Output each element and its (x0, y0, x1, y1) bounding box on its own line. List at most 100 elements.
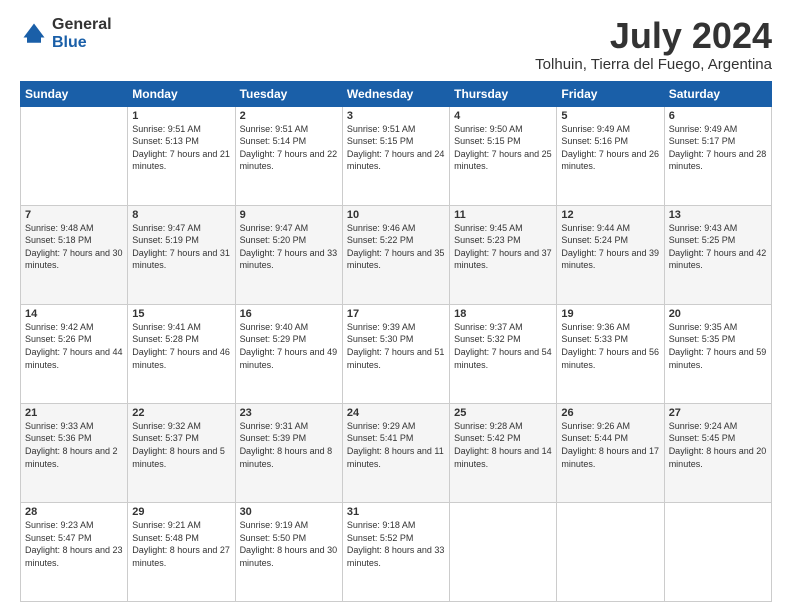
calendar-cell: 16Sunrise: 9:40 AMSunset: 5:29 PMDayligh… (235, 304, 342, 403)
calendar-header-saturday: Saturday (664, 81, 771, 106)
calendar-cell: 19Sunrise: 9:36 AMSunset: 5:33 PMDayligh… (557, 304, 664, 403)
day-info: Sunrise: 9:33 AMSunset: 5:36 PMDaylight:… (25, 420, 123, 470)
day-number: 15 (132, 308, 230, 320)
day-info: Sunrise: 9:19 AMSunset: 5:50 PMDaylight:… (240, 519, 338, 569)
calendar-header-row: SundayMondayTuesdayWednesdayThursdayFrid… (21, 81, 772, 106)
day-info: Sunrise: 9:37 AMSunset: 5:32 PMDaylight:… (454, 321, 552, 371)
calendar-header-friday: Friday (557, 81, 664, 106)
day-info: Sunrise: 9:21 AMSunset: 5:48 PMDaylight:… (132, 519, 230, 569)
day-number: 10 (347, 209, 445, 221)
day-number: 8 (132, 209, 230, 221)
calendar-cell: 3Sunrise: 9:51 AMSunset: 5:15 PMDaylight… (342, 106, 449, 205)
day-number: 18 (454, 308, 552, 320)
calendar-cell: 8Sunrise: 9:47 AMSunset: 5:19 PMDaylight… (128, 205, 235, 304)
calendar-week-0: 1Sunrise: 9:51 AMSunset: 5:13 PMDaylight… (21, 106, 772, 205)
day-info: Sunrise: 9:32 AMSunset: 5:37 PMDaylight:… (132, 420, 230, 470)
calendar-cell (664, 502, 771, 601)
calendar-header-sunday: Sunday (21, 81, 128, 106)
day-info: Sunrise: 9:46 AMSunset: 5:22 PMDaylight:… (347, 222, 445, 272)
calendar-cell: 28Sunrise: 9:23 AMSunset: 5:47 PMDayligh… (21, 502, 128, 601)
day-number: 3 (347, 110, 445, 122)
day-info: Sunrise: 9:47 AMSunset: 5:19 PMDaylight:… (132, 222, 230, 272)
day-info: Sunrise: 9:35 AMSunset: 5:35 PMDaylight:… (669, 321, 767, 371)
day-number: 6 (669, 110, 767, 122)
day-number: 20 (669, 308, 767, 320)
day-number: 14 (25, 308, 123, 320)
day-number: 24 (347, 407, 445, 419)
day-info: Sunrise: 9:36 AMSunset: 5:33 PMDaylight:… (561, 321, 659, 371)
day-number: 28 (25, 506, 123, 518)
calendar-cell: 6Sunrise: 9:49 AMSunset: 5:17 PMDaylight… (664, 106, 771, 205)
calendar-cell (450, 502, 557, 601)
calendar-cell: 31Sunrise: 9:18 AMSunset: 5:52 PMDayligh… (342, 502, 449, 601)
day-info: Sunrise: 9:51 AMSunset: 5:14 PMDaylight:… (240, 123, 338, 173)
day-info: Sunrise: 9:28 AMSunset: 5:42 PMDaylight:… (454, 420, 552, 470)
subtitle: Tolhuin, Tierra del Fuego, Argentina (535, 56, 772, 73)
day-number: 13 (669, 209, 767, 221)
logo-icon (20, 20, 48, 48)
day-number: 1 (132, 110, 230, 122)
calendar-cell: 11Sunrise: 9:45 AMSunset: 5:23 PMDayligh… (450, 205, 557, 304)
day-info: Sunrise: 9:41 AMSunset: 5:28 PMDaylight:… (132, 321, 230, 371)
day-info: Sunrise: 9:39 AMSunset: 5:30 PMDaylight:… (347, 321, 445, 371)
day-number: 27 (669, 407, 767, 419)
calendar-cell: 1Sunrise: 9:51 AMSunset: 5:13 PMDaylight… (128, 106, 235, 205)
calendar-cell: 10Sunrise: 9:46 AMSunset: 5:22 PMDayligh… (342, 205, 449, 304)
calendar-cell (21, 106, 128, 205)
day-number: 29 (132, 506, 230, 518)
calendar-cell: 22Sunrise: 9:32 AMSunset: 5:37 PMDayligh… (128, 403, 235, 502)
calendar-header-monday: Monday (128, 81, 235, 106)
day-number: 17 (347, 308, 445, 320)
day-number: 30 (240, 506, 338, 518)
calendar-week-2: 14Sunrise: 9:42 AMSunset: 5:26 PMDayligh… (21, 304, 772, 403)
calendar-cell: 12Sunrise: 9:44 AMSunset: 5:24 PMDayligh… (557, 205, 664, 304)
day-number: 2 (240, 110, 338, 122)
calendar-cell: 5Sunrise: 9:49 AMSunset: 5:16 PMDaylight… (557, 106, 664, 205)
day-number: 9 (240, 209, 338, 221)
title-section: July 2024 Tolhuin, Tierra del Fuego, Arg… (535, 16, 772, 73)
day-number: 16 (240, 308, 338, 320)
calendar-cell: 23Sunrise: 9:31 AMSunset: 5:39 PMDayligh… (235, 403, 342, 502)
calendar-cell (557, 502, 664, 601)
day-number: 26 (561, 407, 659, 419)
calendar-cell: 17Sunrise: 9:39 AMSunset: 5:30 PMDayligh… (342, 304, 449, 403)
calendar-cell: 20Sunrise: 9:35 AMSunset: 5:35 PMDayligh… (664, 304, 771, 403)
calendar-cell: 26Sunrise: 9:26 AMSunset: 5:44 PMDayligh… (557, 403, 664, 502)
logo-text: General Blue (52, 16, 112, 51)
day-info: Sunrise: 9:50 AMSunset: 5:15 PMDaylight:… (454, 123, 552, 173)
page: General Blue July 2024 Tolhuin, Tierra d… (0, 0, 792, 612)
day-info: Sunrise: 9:23 AMSunset: 5:47 PMDaylight:… (25, 519, 123, 569)
day-info: Sunrise: 9:26 AMSunset: 5:44 PMDaylight:… (561, 420, 659, 470)
day-info: Sunrise: 9:51 AMSunset: 5:15 PMDaylight:… (347, 123, 445, 173)
day-info: Sunrise: 9:18 AMSunset: 5:52 PMDaylight:… (347, 519, 445, 569)
logo: General Blue (20, 16, 112, 51)
day-number: 12 (561, 209, 659, 221)
calendar-week-1: 7Sunrise: 9:48 AMSunset: 5:18 PMDaylight… (21, 205, 772, 304)
day-number: 7 (25, 209, 123, 221)
calendar-cell: 7Sunrise: 9:48 AMSunset: 5:18 PMDaylight… (21, 205, 128, 304)
day-info: Sunrise: 9:47 AMSunset: 5:20 PMDaylight:… (240, 222, 338, 272)
main-title: July 2024 (535, 16, 772, 56)
day-info: Sunrise: 9:24 AMSunset: 5:45 PMDaylight:… (669, 420, 767, 470)
day-info: Sunrise: 9:49 AMSunset: 5:16 PMDaylight:… (561, 123, 659, 173)
calendar-cell: 25Sunrise: 9:28 AMSunset: 5:42 PMDayligh… (450, 403, 557, 502)
day-number: 11 (454, 209, 552, 221)
day-info: Sunrise: 9:45 AMSunset: 5:23 PMDaylight:… (454, 222, 552, 272)
day-number: 31 (347, 506, 445, 518)
calendar-cell: 27Sunrise: 9:24 AMSunset: 5:45 PMDayligh… (664, 403, 771, 502)
calendar-header-wednesday: Wednesday (342, 81, 449, 106)
calendar-cell: 24Sunrise: 9:29 AMSunset: 5:41 PMDayligh… (342, 403, 449, 502)
calendar-cell: 21Sunrise: 9:33 AMSunset: 5:36 PMDayligh… (21, 403, 128, 502)
day-number: 25 (454, 407, 552, 419)
day-info: Sunrise: 9:49 AMSunset: 5:17 PMDaylight:… (669, 123, 767, 173)
day-info: Sunrise: 9:31 AMSunset: 5:39 PMDaylight:… (240, 420, 338, 470)
calendar-cell: 29Sunrise: 9:21 AMSunset: 5:48 PMDayligh… (128, 502, 235, 601)
day-info: Sunrise: 9:42 AMSunset: 5:26 PMDaylight:… (25, 321, 123, 371)
calendar-cell: 30Sunrise: 9:19 AMSunset: 5:50 PMDayligh… (235, 502, 342, 601)
calendar-cell: 15Sunrise: 9:41 AMSunset: 5:28 PMDayligh… (128, 304, 235, 403)
calendar-cell: 2Sunrise: 9:51 AMSunset: 5:14 PMDaylight… (235, 106, 342, 205)
logo-blue: Blue (52, 34, 112, 52)
calendar-cell: 13Sunrise: 9:43 AMSunset: 5:25 PMDayligh… (664, 205, 771, 304)
day-number: 5 (561, 110, 659, 122)
day-info: Sunrise: 9:40 AMSunset: 5:29 PMDaylight:… (240, 321, 338, 371)
